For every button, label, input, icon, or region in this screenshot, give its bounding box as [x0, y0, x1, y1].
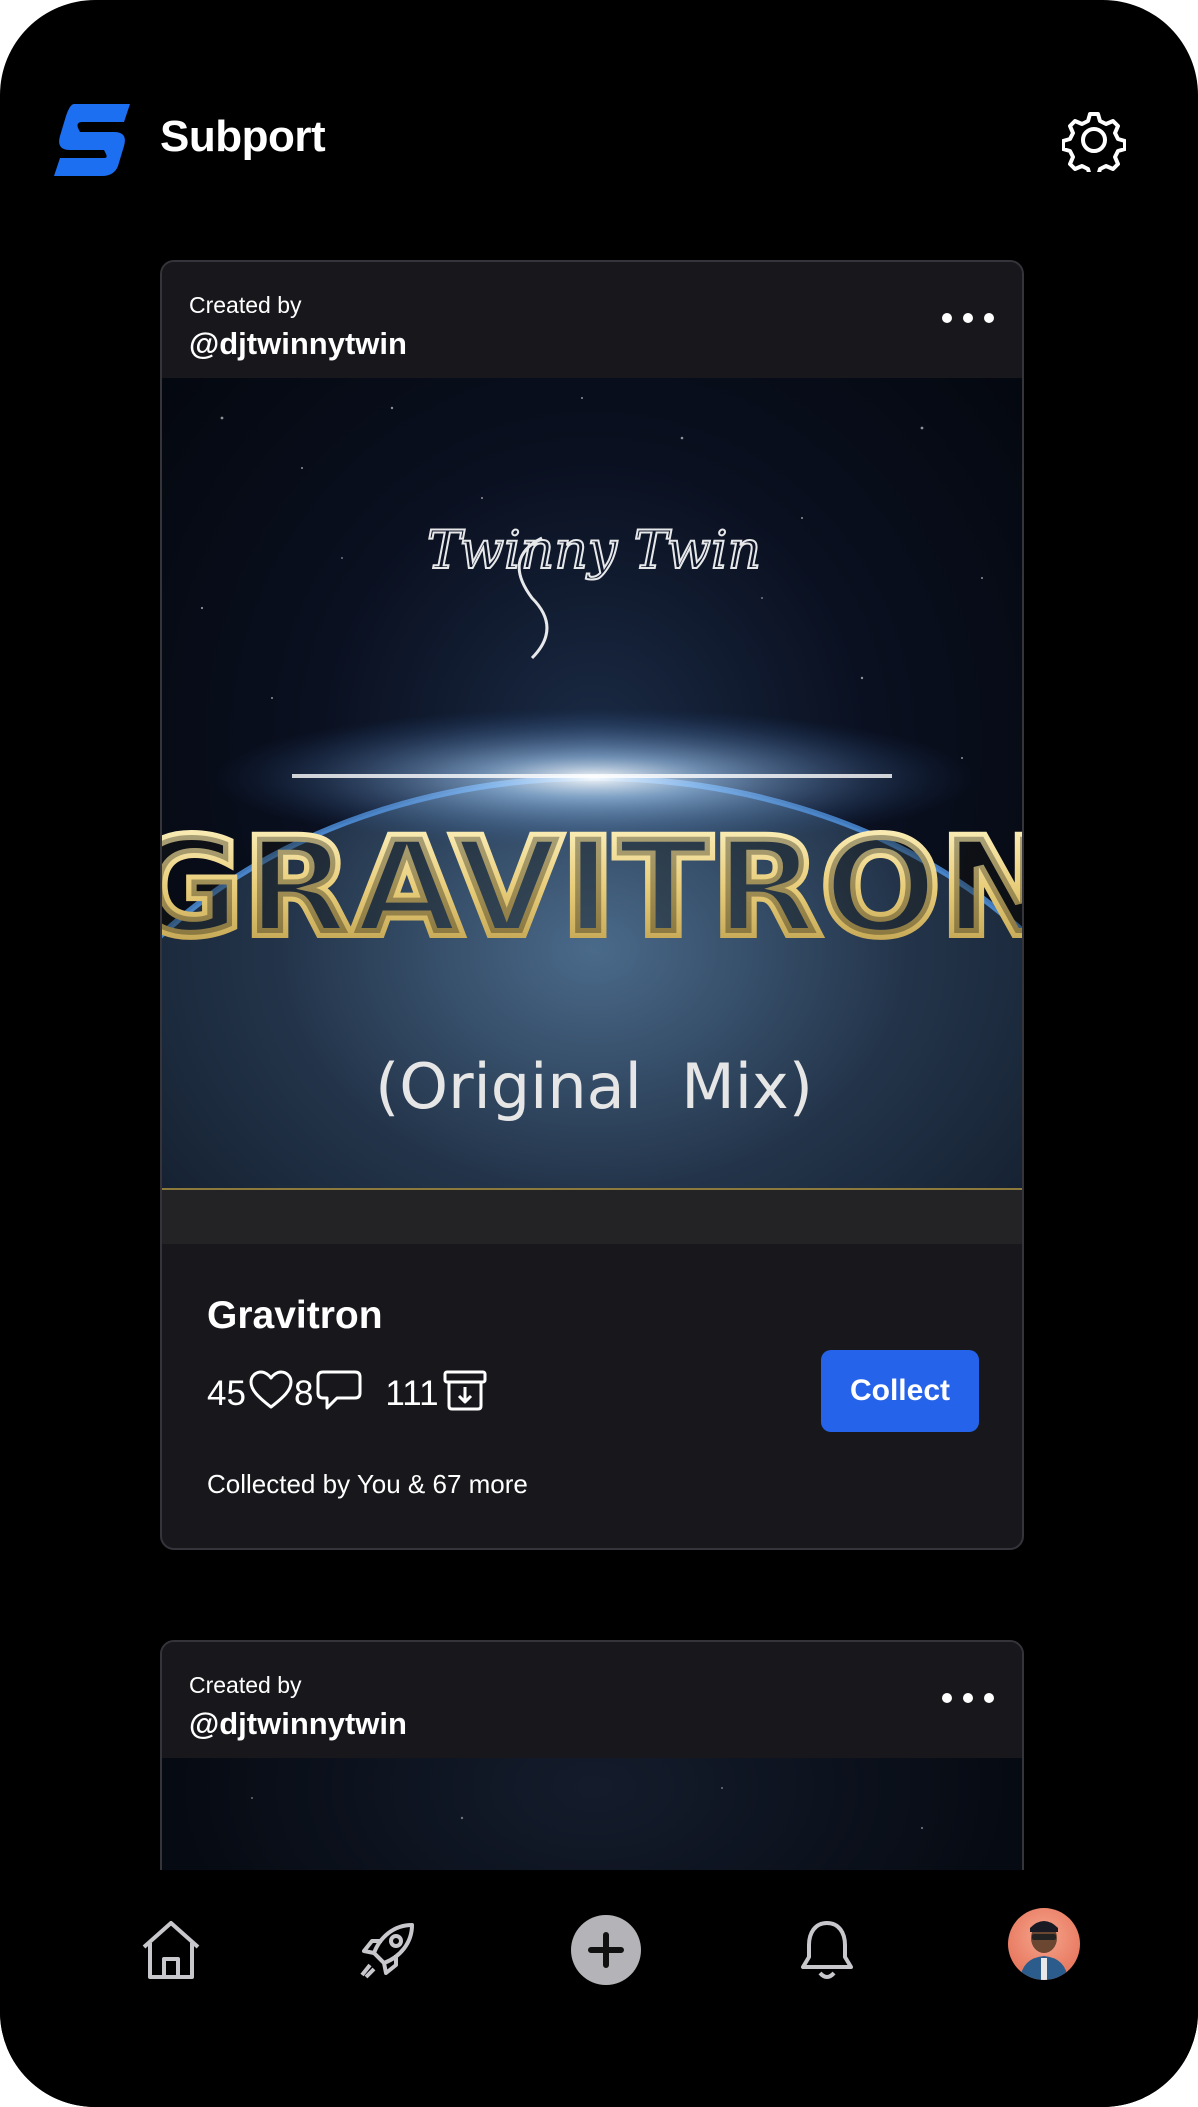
more-dots-icon [942, 313, 952, 323]
home-icon [142, 1921, 200, 1979]
gear-icon [1061, 112, 1127, 178]
more-options-button[interactable] [942, 1684, 994, 1712]
heart-icon [248, 1369, 294, 1420]
artwork-title-fill: GRAVITRON [162, 810, 1024, 964]
created-by-label: Created by [189, 1672, 302, 1698]
more-options-button[interactable] [942, 304, 994, 332]
track-title[interactable]: Gravitron [207, 1294, 383, 1338]
subport-logo[interactable] [52, 100, 132, 178]
nav-create[interactable] [566, 1910, 646, 1990]
creator-handle[interactable]: @djtwinnytwin [189, 326, 407, 362]
app-header: Subport [0, 0, 1198, 240]
nav-notifications[interactable] [787, 1910, 867, 1990]
more-dots-icon [942, 1693, 952, 1703]
feed-card: Created by @djtwinnytwin [160, 260, 1024, 1550]
settings-button[interactable] [1061, 108, 1127, 178]
bottom-nav [0, 1870, 1198, 2107]
profile-avatar[interactable] [1008, 1908, 1080, 1980]
collect-button[interactable]: Collect [821, 1350, 979, 1432]
archive-download-icon [441, 1368, 489, 1421]
artwork-logo-text: Twinny Twin [427, 521, 761, 581]
player-bar[interactable] [162, 1190, 1022, 1244]
comment-stat[interactable]: 8 [294, 1368, 363, 1421]
card-header: Created by @djtwinnytwin [162, 1642, 1022, 1758]
track-artwork[interactable]: Twinny Twin GRAVITRON GRAVITRON (Origina… [162, 378, 1024, 1190]
phone-screen: Subport Created by @djtwinnytwin Twinny … [0, 0, 1198, 2107]
rocket-icon [360, 1923, 414, 1979]
plus-circle-icon [571, 1915, 641, 1985]
card-header: Created by @djtwinnytwin [162, 262, 1022, 378]
track-stats: 45 8 111 [207, 1369, 489, 1419]
nav-discover[interactable] [347, 1910, 427, 1990]
like-stat[interactable]: 45 [207, 1369, 294, 1420]
app-title: Subport [160, 112, 326, 161]
nav-home[interactable] [131, 1910, 211, 1990]
artwork-subtitle-text: (Original Mix) [375, 1050, 813, 1123]
comment-count: 8 [293, 1374, 314, 1413]
creator-handle[interactable]: @djtwinnytwin [189, 1706, 407, 1742]
collect-count: 111 [385, 1374, 439, 1413]
like-count: 45 [207, 1374, 246, 1413]
comment-icon [315, 1368, 363, 1421]
collect-stat[interactable]: 111 [385, 1368, 488, 1421]
created-by-label: Created by [189, 292, 302, 318]
card-body: Gravitron 45 8 111 Collect Collected by … [162, 1244, 1022, 1548]
bell-icon [801, 1921, 853, 1979]
collected-by-text[interactable]: Collected by You & 67 more [207, 1469, 528, 1500]
